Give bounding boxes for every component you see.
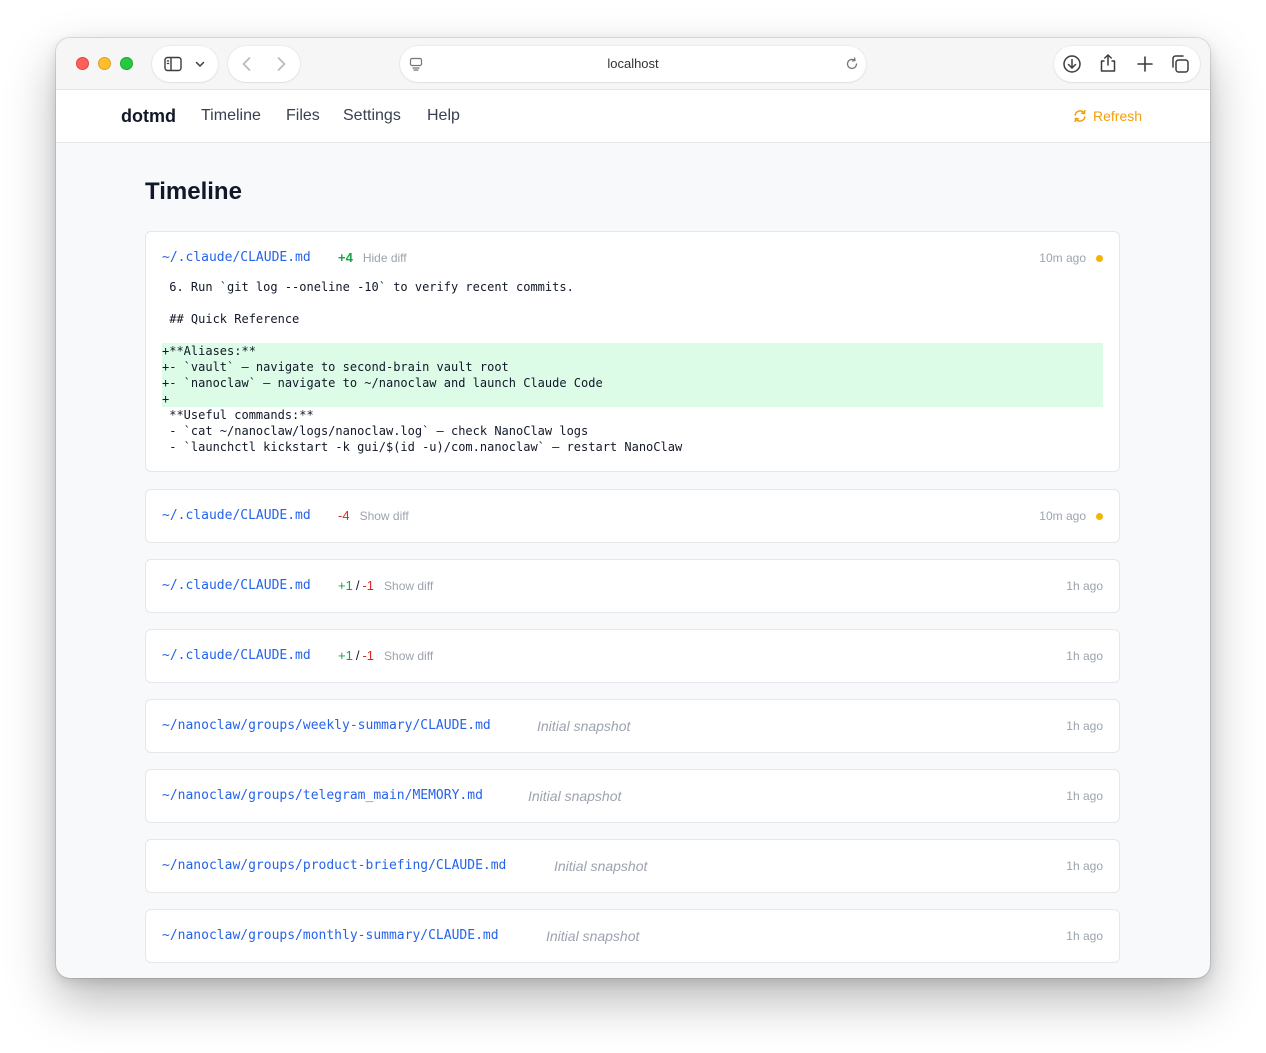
diff-line: - `cat ~/nanoclaw/logs/nanoclaw.log` — c… bbox=[162, 424, 589, 438]
unread-dot bbox=[1096, 512, 1103, 520]
address-bar[interactable]: localhost bbox=[400, 46, 866, 82]
timeline-entry: ~/.claude/CLAUDE.md +1/-1 Show diff 1h ag… bbox=[145, 629, 1120, 683]
downloads-icon[interactable] bbox=[1062, 54, 1082, 74]
toggle-diff-button[interactable]: Show diff bbox=[384, 579, 433, 593]
timeline-entry: ~/nanoclaw/groups/monthly-summary/CLAUDE… bbox=[145, 909, 1120, 963]
url-text[interactable]: localhost bbox=[400, 46, 866, 82]
diff-line-added: + bbox=[162, 391, 1103, 407]
close-window-button[interactable] bbox=[76, 57, 89, 70]
unread-dot bbox=[1096, 254, 1103, 262]
diff-line-added: +- `vault` — navigate to second-brain va… bbox=[162, 359, 1103, 375]
diff-line: 6. Run `git log --oneline -10` to verify… bbox=[162, 280, 574, 294]
refresh-icon bbox=[1073, 109, 1087, 123]
change-separator: / bbox=[355, 648, 360, 663]
diff-line-added: +**Aliases:** bbox=[162, 343, 1103, 359]
timestamp: 1h ago bbox=[1066, 719, 1103, 733]
change-separator: / bbox=[355, 578, 360, 593]
reload-icon[interactable] bbox=[844, 56, 860, 72]
forward-icon[interactable] bbox=[272, 55, 290, 73]
history-nav-group bbox=[228, 46, 300, 82]
snapshot-label: Initial snapshot bbox=[546, 928, 640, 944]
timeline-entry: ~/nanoclaw/groups/telegram_main/MEMORY.m… bbox=[145, 769, 1120, 823]
timestamp: 1h ago bbox=[1066, 929, 1103, 943]
additions-count: +1 bbox=[338, 578, 353, 593]
sidebar-toggle-group bbox=[152, 46, 218, 82]
refresh-label: Refresh bbox=[1093, 108, 1143, 124]
timestamp: 1h ago bbox=[1066, 579, 1103, 593]
chevron-down-icon[interactable] bbox=[194, 58, 206, 70]
nav-link-timeline[interactable]: Timeline bbox=[201, 107, 261, 125]
file-path-link[interactable]: ~/.claude/CLAUDE.md bbox=[162, 249, 311, 267]
file-path-link[interactable]: ~/.claude/CLAUDE.md bbox=[162, 577, 311, 595]
back-icon[interactable] bbox=[238, 55, 256, 73]
timeline-entry: ~/nanoclaw/groups/product-briefing/CLAUD… bbox=[145, 839, 1120, 893]
snapshot-label: Initial snapshot bbox=[528, 788, 622, 804]
timeline-entry: ~/.claude/CLAUDE.md +1/-1 Show diff 1h ag… bbox=[145, 559, 1120, 613]
deletions-count: -4 bbox=[338, 508, 350, 523]
diff-line: - `launchctl kickstart -k gui/$(id -u)/c… bbox=[162, 440, 683, 454]
nav-link-files[interactable]: Files bbox=[286, 107, 320, 125]
timeline-entry: ~/.claude/CLAUDE.md +4 Hide diff 10m ago … bbox=[145, 231, 1120, 472]
diff-line bbox=[162, 327, 1103, 343]
file-path-link[interactable]: ~/.claude/CLAUDE.md bbox=[162, 647, 311, 665]
diff-line-added: +- `nanoclaw` — navigate to ~/nanoclaw a… bbox=[162, 375, 1103, 391]
minimize-window-button[interactable] bbox=[98, 57, 111, 70]
app-navbar: dotmd Timeline Files Settings Help Refre… bbox=[56, 90, 1210, 143]
timestamp: 1h ago bbox=[1066, 789, 1103, 803]
toggle-diff-button[interactable]: Hide diff bbox=[363, 251, 407, 265]
file-path-link[interactable]: ~/nanoclaw/groups/monthly-summary/CLAUDE… bbox=[162, 927, 499, 945]
timestamp: 10m ago bbox=[1039, 509, 1086, 523]
diff-line: ## Quick Reference bbox=[162, 312, 300, 326]
diff-line bbox=[162, 295, 1103, 311]
nav-link-help[interactable]: Help bbox=[427, 107, 460, 125]
file-path-link[interactable]: ~/.claude/CLAUDE.md bbox=[162, 507, 311, 525]
timeline-entry: ~/.claude/CLAUDE.md -4 Show diff 10m ago bbox=[145, 489, 1120, 543]
timestamp: 1h ago bbox=[1066, 859, 1103, 873]
file-path-link[interactable]: ~/nanoclaw/groups/telegram_main/MEMORY.m… bbox=[162, 787, 483, 805]
toggle-diff-button[interactable]: Show diff bbox=[384, 649, 433, 663]
browser-toolbar: localhost bbox=[56, 38, 1210, 90]
new-tab-icon[interactable] bbox=[1135, 54, 1155, 74]
additions-count: +4 bbox=[338, 250, 353, 265]
brand-logo[interactable]: dotmd bbox=[121, 106, 176, 127]
snapshot-label: Initial snapshot bbox=[537, 718, 631, 734]
timestamp: 10m ago bbox=[1039, 251, 1086, 265]
timestamp: 1h ago bbox=[1066, 649, 1103, 663]
nav-link-settings[interactable]: Settings bbox=[343, 107, 401, 125]
diff-view: 6. Run `git log --oneline -10` to verify… bbox=[162, 279, 1103, 455]
file-path-link[interactable]: ~/nanoclaw/groups/weekly-summary/CLAUDE.… bbox=[162, 717, 491, 735]
page-title: Timeline bbox=[145, 178, 242, 205]
browser-window: localhost dotmd Timeline Files Settings bbox=[56, 38, 1210, 978]
snapshot-label: Initial snapshot bbox=[554, 858, 648, 874]
refresh-button[interactable]: Refresh bbox=[1073, 108, 1142, 124]
diff-line: **Useful commands:** bbox=[162, 408, 314, 422]
deletions-count: -1 bbox=[362, 578, 375, 593]
browser-actions-group bbox=[1054, 46, 1200, 82]
share-icon[interactable] bbox=[1098, 53, 1118, 73]
timeline-entry: ~/nanoclaw/groups/weekly-summary/CLAUDE.… bbox=[145, 699, 1120, 753]
sidebar-icon[interactable] bbox=[164, 55, 182, 73]
file-path-link[interactable]: ~/nanoclaw/groups/product-briefing/CLAUD… bbox=[162, 857, 506, 875]
deletions-count: -1 bbox=[362, 648, 375, 663]
toggle-diff-button[interactable]: Show diff bbox=[360, 509, 409, 523]
zoom-window-button[interactable] bbox=[120, 57, 133, 70]
additions-count: +1 bbox=[338, 648, 353, 663]
tab-overview-icon[interactable] bbox=[1170, 54, 1190, 74]
